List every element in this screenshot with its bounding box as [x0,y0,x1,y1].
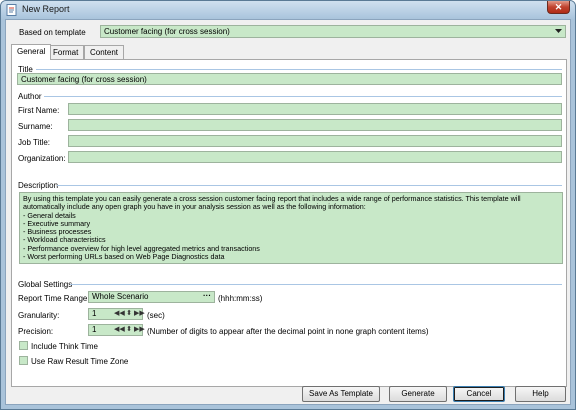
global-settings-header: Global Settings [18,280,73,289]
window-title: New Report [22,4,70,14]
title-input[interactable]: Customer facing (for cross session) [17,73,562,85]
template-select[interactable]: Customer facing (for cross session) [100,25,566,38]
time-range-hint: (hhh:mm:ss) [218,294,263,303]
step-last-icon[interactable]: ▶▶ [134,309,145,319]
time-range-value: Whole Scenario [92,292,149,301]
title-bar[interactable]: New Report ✕ [1,1,575,19]
template-value: Customer facing (for cross session) [104,27,230,36]
close-icon: ✕ [554,2,563,12]
raw-time-zone-label: Use Raw Result Time Zone [31,357,129,366]
surname-label: Surname: [18,122,53,131]
time-range-field[interactable]: Whole Scenario ··· [88,291,215,303]
step-last-icon[interactable]: ▶▶ [134,325,145,335]
surname-field[interactable] [68,119,562,131]
first-name-label: First Name: [18,106,60,115]
description-text[interactable]: By using this template you can easily ge… [19,192,563,264]
step-first-icon[interactable]: ◀◀ [114,309,125,319]
author-section-header: Author [18,92,42,101]
divider [57,185,562,186]
close-button[interactable]: ✕ [547,1,570,14]
divider [36,69,562,70]
organization-label: Organization: [18,154,66,163]
new-report-window: New Report ✕ Based on template Customer … [0,0,576,410]
cancel-button[interactable]: Cancel [453,386,505,402]
divider [70,284,562,285]
step-first-icon[interactable]: ◀◀ [114,325,125,335]
precision-value: 1 [92,325,97,334]
include-think-time-checkbox[interactable] [19,341,28,350]
spin-updown-icon[interactable]: ⬍ [125,309,133,319]
tab-general[interactable]: General [11,44,52,60]
granularity-unit: (sec) [147,311,165,320]
include-think-time-label: Include Think Time [31,342,98,351]
raw-time-zone-checkbox[interactable] [19,356,28,365]
time-range-label: Report Time Range: [18,294,90,303]
save-as-template-button[interactable]: Save As Template [302,386,380,402]
template-label: Based on template [19,28,86,37]
description-section-header: Description [18,181,59,190]
generate-button[interactable]: Generate [389,386,447,402]
job-title-field[interactable] [68,135,562,147]
tab-content[interactable]: Content [84,45,125,59]
precision-label: Precision: [18,327,54,336]
spin-updown-icon[interactable]: ⬍ [125,325,133,335]
ellipsis-icon[interactable]: ··· [203,292,211,300]
precision-hint: (Number of digits to appear after the de… [147,327,429,336]
report-icon [6,4,17,16]
organization-field[interactable] [68,151,562,163]
granularity-value: 1 [92,309,97,318]
job-title-label: Job Title: [18,138,51,147]
first-name-field[interactable] [68,103,562,115]
divider [44,96,562,97]
help-button[interactable]: Help [515,386,566,402]
tab-format[interactable]: Format [47,45,85,59]
dialog-client: Based on template Customer facing (for c… [5,19,571,405]
granularity-label: Granularity: [18,311,60,320]
chevron-down-icon [555,29,562,33]
